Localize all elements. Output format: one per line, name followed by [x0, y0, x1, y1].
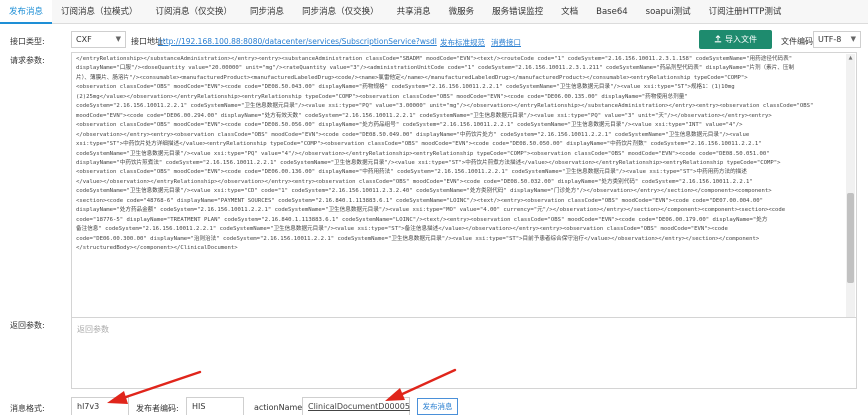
file-encoding-label: 文件编码 [781, 37, 813, 46]
upload-icon [714, 35, 722, 43]
code-line: </structuredBody></component></ClinicalD… [76, 245, 238, 252]
request-params-textarea[interactable]: </entryRelationship></substanceAdministr… [71, 52, 857, 327]
code-line: codeSystem="2.16.156.10011.2.2.1" codeSy… [76, 103, 814, 110]
return-params-textarea[interactable]: 返回参数 [71, 317, 857, 389]
code-line: codeSystemName="卫生信息数据元目录"/><value xsi:t… [76, 150, 770, 157]
code-line: 备注信息" codeSystem="2.16.156.10011.2.2.1" … [76, 226, 728, 233]
tab-3[interactable]: 同步消息 [241, 0, 293, 24]
tab-1[interactable]: 订阅消息（拉模式） [52, 0, 147, 24]
action-name-value: ClinicalDocumentD00005 [308, 402, 410, 411]
message-format-input[interactable]: hl7v3 [71, 397, 129, 415]
code-line: displayName="口服"/><doseQuantity value="2… [76, 65, 795, 72]
interface-url-link[interactable]: http://192.168.100.88:8080/datacenter/se… [158, 37, 437, 46]
code-line: (2)25mg</value></observation></entryRela… [76, 93, 688, 100]
tab-9[interactable]: Base64 [587, 0, 637, 24]
return-params-label: 返回参数: [10, 321, 45, 330]
tab-5[interactable]: 共享消息 [388, 0, 440, 24]
interface-type-label: 接口类型: [10, 37, 45, 46]
message-format-value: hl7v3 [77, 402, 100, 411]
code-line: code="DE06.00.300.00" displayName="治则治法"… [76, 235, 760, 242]
code-line: <section><code code="48768-6" displayNam… [76, 197, 764, 204]
code-line: <observation classCode="OBS" moodCode="E… [76, 84, 735, 91]
code-line: xsi:type="ST">中药饮片处方详细描述</value><entryRe… [76, 141, 762, 148]
file-encoding-select[interactable]: UTF-8 ▼ [813, 31, 861, 48]
publish-message-button[interactable]: 发布消息 [417, 398, 458, 415]
scroll-up-icon[interactable]: ▲ [846, 54, 855, 62]
action-name-label: actionName: [254, 403, 305, 412]
code-line: <observation classCode="OBS" moodCode="E… [76, 122, 743, 129]
tab-7[interactable]: 服务错误监控 [483, 0, 552, 24]
publisher-code-input[interactable]: HIS [186, 397, 244, 415]
interface-type-select[interactable]: CXF ▼ [71, 31, 126, 48]
code-line: displayName="处方药品金额" codeSystem="2.16.15… [76, 207, 786, 214]
code-line: codeSystemName="卫生信息数据元目录"/><value xsi:t… [76, 188, 772, 195]
publisher-code-label: 发布者编码: [136, 404, 179, 413]
code-line: moodCode="EVN"><code code="DE06.00.294.0… [76, 112, 772, 119]
file-encoding-value: UTF-8 [818, 35, 842, 44]
tab-0[interactable]: 发布消息 [0, 0, 53, 24]
request-params-label: 请求参数: [10, 56, 45, 65]
message-format-label: 消息格式: [10, 404, 45, 413]
code-line: code="18776-5" displayName="TREATMENT PL… [76, 216, 768, 223]
code-line: </entryRelationship></substanceAdministr… [76, 56, 793, 62]
chevron-down-icon: ▼ [850, 35, 856, 43]
publish-standard-link[interactable]: 发布标准规范 [440, 37, 485, 48]
tab-10[interactable]: soapui测试 [637, 0, 700, 24]
tab-bar: 发布消息 订阅消息（拉模式） 订阅消息（仅交换） 同步消息 同步消息（仅交换） 共享消息微… [0, 0, 868, 24]
tab-4[interactable]: 同步消息（仅交换） [293, 0, 388, 24]
tab-11[interactable]: 订阅注册HTTP测试 [700, 0, 791, 24]
import-file-label: 导入文件 [725, 35, 757, 44]
return-params-placeholder: 返回参数 [77, 325, 109, 334]
code-line: </value></observation></entryRelationshi… [76, 178, 753, 185]
chevron-down-icon: ▼ [115, 35, 121, 43]
tab-2[interactable]: 订阅消息（仅交换） [147, 0, 242, 24]
publisher-code-value: HIS [192, 402, 206, 411]
tab-8[interactable]: 文档 [552, 0, 587, 24]
editor-scrollbar[interactable] [846, 54, 855, 325]
code-line: displayName="中药饮片煎煮法" codeSystem="2.16.1… [76, 159, 781, 166]
code-line: 片）、薄膜片、肠溶片"/><consumable><manufacturedPr… [76, 74, 748, 81]
import-file-button[interactable]: 导入文件 [699, 30, 772, 49]
action-name-input[interactable]: ClinicalDocumentD00005 [302, 397, 410, 415]
tab-6[interactable]: 微服务 [440, 0, 484, 24]
editor-scroll-thumb[interactable] [847, 193, 854, 283]
request-params-content: </entryRelationship></substanceAdministr… [76, 55, 842, 254]
code-line: </observation></entry><entry><observatio… [76, 131, 750, 138]
code-line: <observation classCode="OBS" moodCode="E… [76, 169, 747, 176]
consume-interface-link[interactable]: 消费接口 [491, 37, 521, 48]
interface-type-value: CXF [76, 35, 92, 44]
